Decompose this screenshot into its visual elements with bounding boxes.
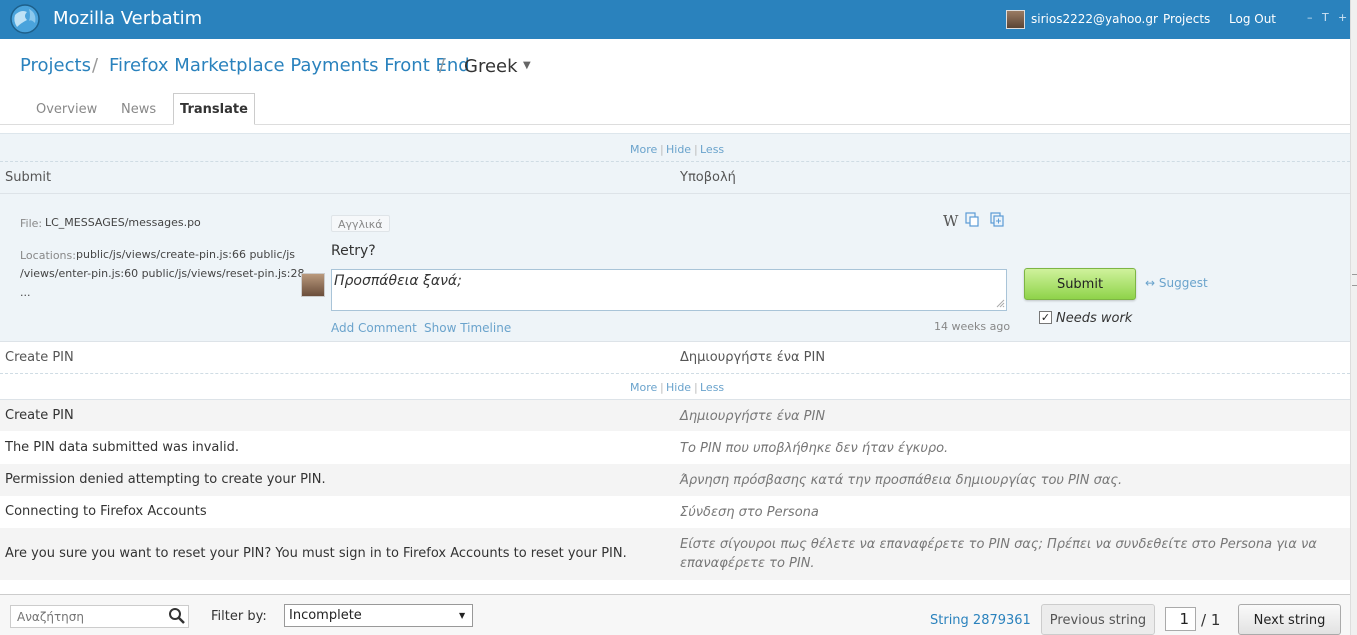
hide-link[interactable]: Hide: [666, 143, 691, 156]
expand-icon[interactable]: +: [1338, 11, 1347, 24]
row-target-text: Είστε σίγουροι πως θέλετε να επαναφέρετε…: [680, 537, 1317, 571]
chevron-down-icon[interactable]: ▼: [523, 60, 531, 71]
active-source-heading[interactable]: Submit: [5, 170, 51, 185]
filter-select[interactable]: Incomplete: [284, 604, 473, 627]
breadcrumb-project[interactable]: Firefox Marketplace Payments Front End: [109, 55, 470, 76]
translation-timestamp: 14 weeks ago: [934, 320, 1011, 333]
user-avatar: [1006, 10, 1025, 29]
text-size-icon[interactable]: T: [1322, 11, 1329, 24]
add-comment-link[interactable]: Add Comment: [331, 321, 417, 335]
tab-translate[interactable]: Translate: [173, 93, 255, 125]
filter-label: Filter by:: [211, 609, 267, 624]
needs-work-checkbox[interactable]: ✓: [1039, 311, 1052, 324]
locations-line: /views/enter-pin.js:60 public/js/views/r…: [20, 267, 305, 280]
group-source-heading[interactable]: Create PIN: [5, 350, 74, 365]
table-row[interactable]: Create PIN Δημιουργήστε ένα PIN: [0, 400, 1350, 431]
needs-work-label[interactable]: Needs work: [1056, 311, 1132, 326]
dashed-divider: [0, 161, 1350, 162]
wikipedia-icon[interactable]: W: [943, 212, 958, 230]
row-target-text: Το PIN που υποβλήθηκε δεν ήταν έγκυρο.: [680, 441, 949, 456]
string-id-link[interactable]: String 2879361: [930, 613, 1031, 628]
more-link[interactable]: More: [630, 381, 657, 394]
page-scrollbar[interactable]: [1350, 0, 1357, 635]
file-value: LC_MESSAGES/messages.po: [45, 216, 201, 229]
locations-line: public/js/views/create-pin.js:66 public/…: [76, 248, 296, 261]
nav-projects-link[interactable]: Projects: [1163, 12, 1210, 26]
row-target-text: Άρνηση πρόσβασης κατά την προσπάθεια δημ…: [680, 473, 1123, 488]
copy-source-icon[interactable]: [990, 212, 1004, 227]
row-target-text: Σύνδεση στο Persona: [680, 505, 819, 520]
verbatim-logo-icon: [10, 4, 40, 34]
search-icon[interactable]: [168, 607, 186, 625]
page-total: / 1: [1201, 611, 1221, 629]
row-source-text: The PIN data submitted was invalid.: [5, 440, 239, 455]
source-text: Retry?: [331, 243, 376, 259]
less-link[interactable]: Less: [700, 381, 724, 394]
breadcrumb-language[interactable]: Greek: [464, 56, 518, 77]
chevron-down-icon[interactable]: ▼: [459, 611, 465, 620]
page-number-input[interactable]: 1: [1165, 607, 1196, 631]
table-row[interactable]: Are you sure you want to reset your PIN?…: [0, 528, 1350, 580]
breadcrumb-separator: /: [92, 55, 99, 76]
submit-button[interactable]: Submit: [1024, 268, 1136, 300]
separator: |: [660, 381, 664, 394]
minimize-icon[interactable]: –: [1307, 11, 1313, 24]
row-source-text: Create PIN: [5, 408, 74, 423]
separator: |: [660, 143, 664, 156]
less-link[interactable]: Less: [700, 143, 724, 156]
resize-grip-icon[interactable]: [996, 299, 1005, 308]
breadcrumb-separator: /: [439, 55, 446, 76]
locations-line: ...: [20, 286, 31, 299]
row-target-text: Δημιουργήστε ένα PIN: [680, 409, 826, 424]
nav-logout-link[interactable]: Log Out: [1229, 12, 1276, 26]
google-translate-icon[interactable]: [965, 212, 979, 227]
suggest-link[interactable]: ↔ Suggest: [1145, 276, 1208, 290]
top-bar: Mozilla Verbatim sirios2222@yahoo.gr Pro…: [0, 0, 1350, 39]
row-source-text: Permission denied attempting to create y…: [5, 472, 326, 487]
search-input[interactable]: [10, 605, 189, 628]
row-divider: [0, 193, 1350, 194]
separator: |: [694, 143, 698, 156]
tab-news[interactable]: News: [121, 102, 156, 117]
translator-avatar: [301, 273, 325, 297]
previous-string-button[interactable]: Previous string: [1041, 604, 1155, 635]
more-link[interactable]: More: [630, 143, 657, 156]
translation-textarea[interactable]: Προσπάθεια ξανά;: [331, 269, 1007, 311]
next-string-button[interactable]: Next string: [1238, 604, 1341, 635]
file-label: File:: [20, 217, 43, 230]
locations-label: Locations:: [20, 249, 76, 262]
source-language-tag: Αγγλικά: [331, 215, 390, 232]
table-row[interactable]: Connecting to Firefox Accounts Σύνδεση σ…: [0, 496, 1350, 528]
tab-overview[interactable]: Overview: [36, 102, 97, 117]
dashed-divider: [0, 373, 1350, 374]
active-target-heading[interactable]: Υποβολή: [680, 170, 736, 185]
table-row[interactable]: Permission denied attempting to create y…: [0, 464, 1350, 496]
hide-link[interactable]: Hide: [666, 381, 691, 394]
show-timeline-link[interactable]: Show Timeline: [424, 321, 511, 335]
row-divider: [0, 341, 1350, 342]
scrollbar-grip[interactable]: [1352, 274, 1357, 286]
row-source-text: Are you sure you want to reset your PIN?…: [5, 546, 627, 561]
table-row[interactable]: The PIN data submitted was invalid. Το P…: [0, 431, 1350, 464]
app-title[interactable]: Mozilla Verbatim: [53, 8, 202, 29]
group-target-heading[interactable]: Δημιουργήστε ένα PIN: [680, 350, 825, 365]
breadcrumb-projects[interactable]: Projects: [20, 55, 91, 76]
user-email[interactable]: sirios2222@yahoo.gr: [1031, 12, 1158, 26]
row-source-text: Connecting to Firefox Accounts: [5, 504, 207, 519]
separator: |: [694, 381, 698, 394]
